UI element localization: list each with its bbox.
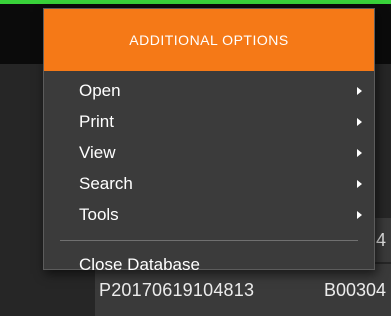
close-database-item[interactable]: Close Database <box>44 249 374 280</box>
chevron-right-icon <box>357 211 362 219</box>
menu-item-tools[interactable]: Tools <box>44 199 374 230</box>
chevron-right-icon <box>357 87 362 95</box>
menu-item-view[interactable]: View <box>44 137 374 168</box>
menu-item-label: Print <box>79 112 114 131</box>
chevron-right-icon <box>357 180 362 188</box>
table-cell: 4 <box>375 230 386 250</box>
menu-header: ADDITIONAL OPTIONS <box>44 9 374 71</box>
menu-item-label: Tools <box>79 205 119 224</box>
menu-item-print[interactable]: Print <box>44 106 374 137</box>
menu-item-label: View <box>79 143 116 162</box>
menu-divider <box>60 240 358 241</box>
additional-options-menu: ADDITIONAL OPTIONS Open Print View Searc… <box>43 8 375 274</box>
menu-list: Open Print View Search Tools Close Datab… <box>44 71 374 280</box>
menu-item-label: Search <box>79 174 133 193</box>
chevron-right-icon <box>357 118 362 126</box>
menu-item-label: Close Database <box>79 255 200 274</box>
chevron-right-icon <box>357 149 362 157</box>
menu-item-search[interactable]: Search <box>44 168 374 199</box>
menu-item-open[interactable]: Open <box>44 75 374 106</box>
menu-item-label: Open <box>79 81 121 100</box>
